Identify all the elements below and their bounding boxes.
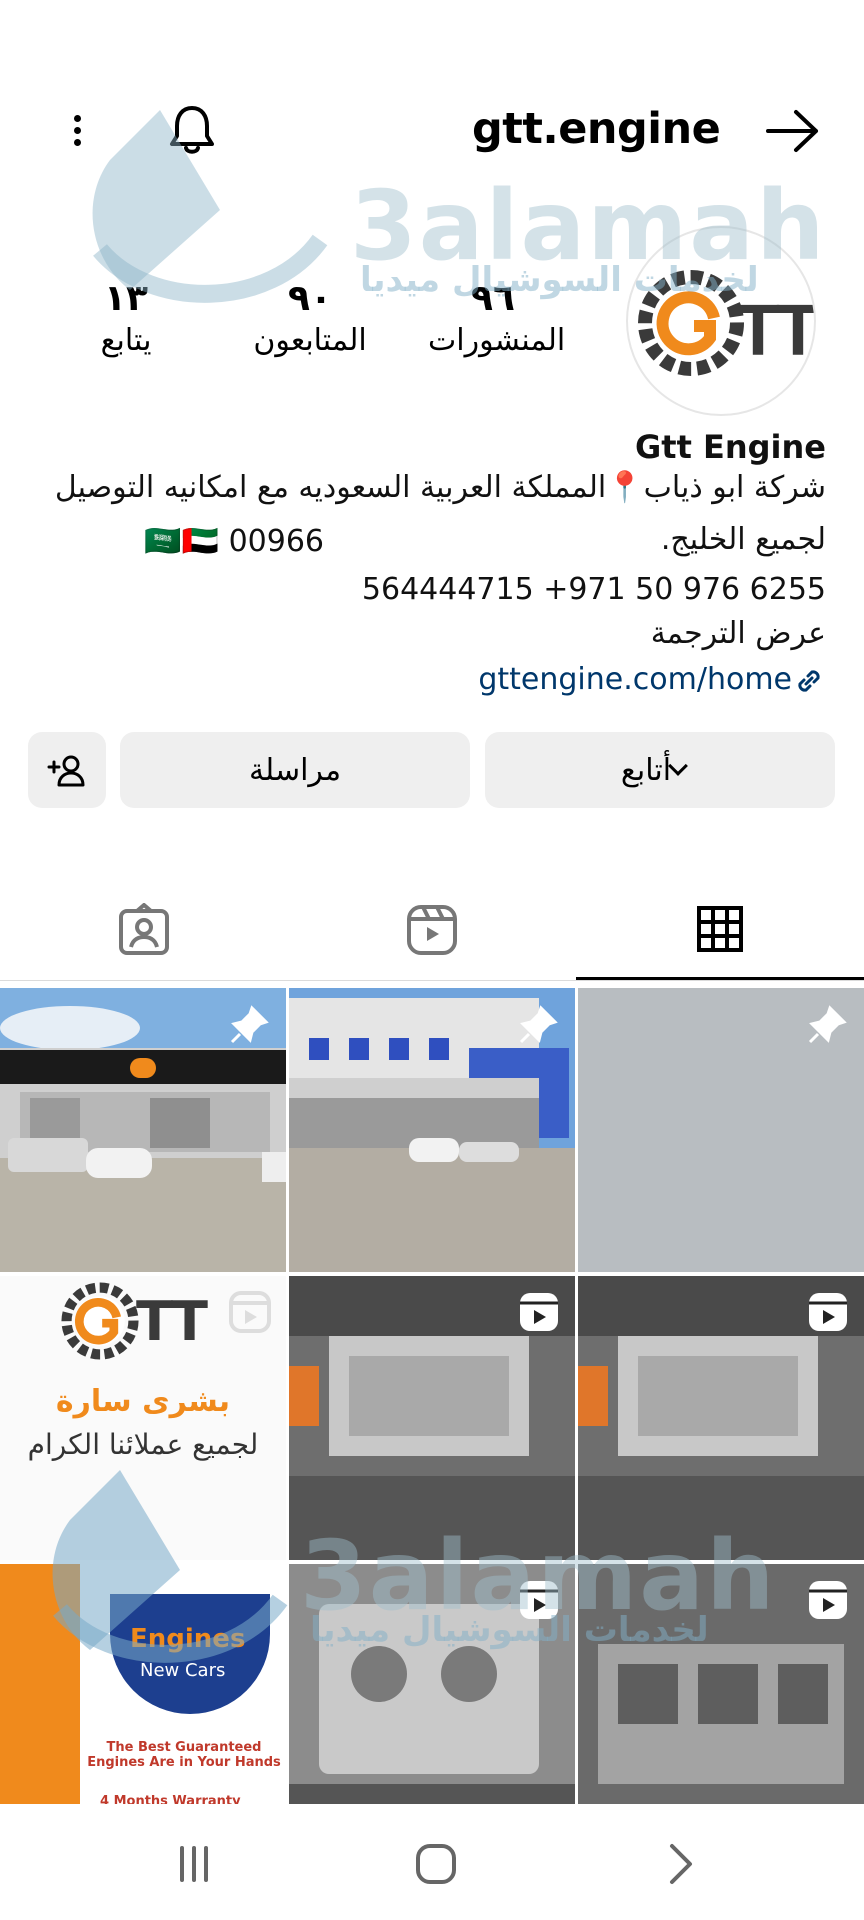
- orange-banner: [0, 1564, 80, 1804]
- stat-followers[interactable]: ٩٠ المتابعون: [250, 278, 370, 358]
- followers-label: المتابعون: [253, 323, 367, 358]
- message-button-label: مراسلة: [248, 752, 342, 788]
- tab-tagged[interactable]: [0, 880, 288, 980]
- following-count: ١٣: [104, 278, 148, 319]
- post-thumbnail-announcement[interactable]: TT بشرى سارة لجميع عملائنا الكرام: [0, 1276, 286, 1560]
- top-bar: gtt.engine: [0, 90, 864, 170]
- see-translation-link[interactable]: عرض الترجمة: [26, 616, 826, 652]
- bio-website-link[interactable]: gttengine.com/home: [26, 662, 826, 698]
- post-thumbnail-factory-2[interactable]: [578, 1276, 864, 1560]
- website-url: gttengine.com/home: [478, 662, 792, 697]
- post-thumbnail-building[interactable]: [289, 988, 575, 1272]
- pin-icon: [808, 1005, 847, 1044]
- shield-shape: [110, 1594, 270, 1714]
- grid-icon: [697, 905, 743, 952]
- profile-tabs: [0, 880, 864, 980]
- flag-emojis: 🇸🇦🇦🇪: [144, 524, 220, 559]
- gear-logo-icon: [638, 270, 744, 376]
- post-thumbnail-factory-1[interactable]: [289, 1276, 575, 1560]
- follow-button[interactable]: أتابع: [485, 732, 835, 808]
- back-arrow-icon[interactable]: [762, 106, 822, 156]
- tabs-divider: [0, 980, 864, 981]
- post-subtitle: لجميع عملائنا الكرام: [27, 1428, 259, 1461]
- follow-button-label: أتابع: [620, 752, 672, 788]
- followers-count: ٩٠: [288, 278, 332, 319]
- reel-icon: [520, 1293, 558, 1331]
- post-engines-title: Engines: [130, 1624, 246, 1654]
- post-logo-text: TT: [136, 1290, 208, 1353]
- bio-phones: 564444715 +971 50 976 6255: [361, 572, 826, 607]
- back-chevron-icon[interactable]: [650, 1834, 710, 1894]
- stat-following[interactable]: ١٣ يتابع: [86, 278, 166, 358]
- notification-bell-icon[interactable]: [166, 102, 218, 158]
- chevron-down-icon: [668, 756, 688, 776]
- posts-count: ٩٦: [471, 278, 515, 319]
- more-options-icon[interactable]: [62, 110, 92, 154]
- reel-icon: [229, 1291, 271, 1333]
- posts-grid: TT بشرى سارة لجميع عملائنا الكرام Engine…: [0, 988, 864, 1848]
- pin-icon: [519, 1005, 558, 1044]
- gear-logo-icon: [61, 1282, 139, 1360]
- bio-phone-prefix: 🇸🇦🇦🇪 00966: [24, 524, 324, 560]
- posts-label: المنشورات: [428, 323, 566, 358]
- home-icon[interactable]: [406, 1834, 466, 1894]
- add-person-icon: [47, 755, 85, 787]
- tagged-icon: [119, 903, 169, 955]
- reels-icon: [407, 905, 457, 955]
- stat-posts[interactable]: ٩٦ المنشورات: [428, 278, 566, 358]
- system-nav-bar: [0, 1804, 864, 1920]
- phone-prefix: 00966: [228, 524, 324, 559]
- pin-icon: [230, 1005, 269, 1044]
- tab-reels[interactable]: [288, 880, 576, 980]
- reel-icon: [809, 1581, 847, 1619]
- reel-icon: [809, 1293, 847, 1331]
- post-title: بشرى سارة: [55, 1384, 231, 1419]
- recent-apps-icon[interactable]: [164, 1834, 224, 1894]
- link-icon: [798, 669, 820, 692]
- post-thumbnail-storefront[interactable]: [0, 988, 286, 1272]
- avatar-logo-text: TT: [736, 291, 816, 371]
- profile-username: gtt.engine: [472, 104, 721, 154]
- message-button[interactable]: مراسلة: [120, 732, 470, 808]
- bio-line-1: شركة ابو ذياب📍المملكة العربية السعوديه م…: [54, 470, 826, 505]
- following-label: يتابع: [100, 323, 152, 358]
- post-engines-subtitle: New Cars: [140, 1660, 226, 1681]
- profile-avatar[interactable]: TT: [626, 226, 816, 416]
- reel-icon: [520, 1581, 558, 1619]
- post-engines-caption: The Best Guaranteed Engines Are in Your …: [87, 1740, 281, 1770]
- suggested-users-button[interactable]: [28, 732, 106, 808]
- profile-display-name: Gtt Engine: [635, 428, 826, 466]
- post-thumbnail-blank[interactable]: [578, 988, 864, 1272]
- tab-posts-grid[interactable]: [576, 880, 864, 980]
